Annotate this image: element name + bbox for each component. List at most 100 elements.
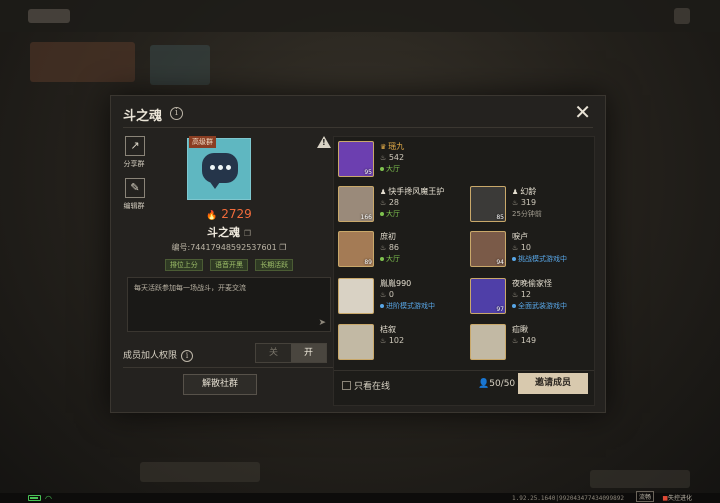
status-dot-icon: [380, 167, 384, 171]
toggle-on-option[interactable]: 开: [291, 344, 326, 362]
guild-tag: 长期活跃: [255, 259, 294, 271]
member-status: 进阶模式游戏中: [380, 301, 435, 311]
modal-title: 斗之魂: [123, 109, 163, 124]
member-avatar[interactable]: 166: [338, 186, 374, 222]
tier-badge: 高级群: [189, 136, 216, 148]
permission-label: 成员加人权限 i: [123, 348, 194, 362]
member-avatar[interactable]: [470, 324, 506, 360]
guild-id: 编号:74417948592537601 ❐: [123, 242, 335, 253]
copy-icon[interactable]: ❐: [244, 229, 251, 238]
member-card[interactable]: 95 ♛ 瑶九 ♨ 542 大厅: [336, 139, 464, 181]
member-status: 全面武装游戏中: [512, 301, 567, 311]
status-dot-icon: [380, 304, 384, 308]
member-score: ♨ 319: [512, 198, 537, 207]
flame-icon: ♨: [380, 154, 387, 162]
permission-toggle[interactable]: 关 开: [255, 343, 327, 363]
background-button: [590, 470, 690, 488]
flame-icon: ♨: [512, 291, 519, 299]
member-avatar[interactable]: [338, 278, 374, 314]
status-dot-icon: [512, 257, 516, 261]
status-bar: ◠ 1.92.25.1640|992043477434099892 流畅 ■失控…: [0, 491, 720, 503]
member-status: 25分钟前: [512, 210, 542, 218]
status-dot-icon: [380, 257, 384, 261]
member-name: ♟ 幻龄: [512, 187, 537, 196]
close-icon[interactable]: ✕: [574, 102, 591, 122]
guild-name: 斗之魂 ❐: [123, 224, 335, 240]
member-name: ♟ 快手搀风魔王护: [380, 187, 445, 196]
chat-bubble-icon: [202, 153, 238, 189]
member-avatar[interactable]: 89: [338, 231, 374, 267]
member-card[interactable]: 85 ♟ 幻龄 ♨ 319 25分钟前: [468, 184, 596, 226]
member-name: 胤胤990: [380, 279, 412, 288]
member-score: ♨ 12: [512, 290, 532, 299]
guild-tag: 语音开黑: [210, 259, 248, 271]
background-logo: [28, 9, 70, 23]
info-icon[interactable]: i: [170, 107, 183, 120]
admin-icon: ♟: [380, 188, 387, 196]
online-only-checkbox[interactable]: 只看在线: [342, 379, 390, 392]
send-icon[interactable]: ➤: [318, 318, 326, 328]
member-name: 疝瞅: [512, 325, 528, 334]
guild-profile-panel: ↗ 分享群 ✎ 编辑群 ! 高级群 🔥 2729 斗之魂 ❐ 编号:744179…: [123, 136, 335, 404]
member-score: ♨ 102: [380, 336, 405, 345]
member-name: 唳卢: [512, 232, 528, 241]
member-card[interactable]: 疝瞅 ♨ 149: [468, 322, 596, 364]
member-status: 大厅: [380, 254, 400, 264]
flame-icon: ♨: [380, 291, 387, 299]
admin-icon: ♟: [512, 188, 519, 196]
member-avatar[interactable]: 95: [338, 141, 374, 177]
left-divider: [123, 367, 335, 368]
guild-name-text: 斗之魂: [206, 226, 240, 239]
member-avatar[interactable]: 97: [470, 278, 506, 314]
background-top-bar: [0, 0, 720, 32]
member-level: 94: [496, 259, 504, 266]
flame-icon: ♨: [380, 244, 387, 252]
member-avatar[interactable]: 94: [470, 231, 506, 267]
footer-divider: [334, 370, 594, 371]
guild-id-text: 编号:74417948592537601: [171, 243, 277, 252]
status-dot-icon: [512, 304, 516, 308]
member-avatar[interactable]: [338, 324, 374, 360]
background-panel: [30, 42, 135, 82]
permission-label-text: 成员加人权限: [123, 351, 178, 361]
status-dot-icon: [380, 212, 384, 216]
person-icon: 👤: [478, 379, 490, 389]
flame-icon: ♨: [512, 244, 519, 252]
member-avatar[interactable]: 85: [470, 186, 506, 222]
flame-icon: ♨: [380, 199, 387, 207]
member-card[interactable]: 89 庶初 ♨ 86 大厅: [336, 229, 464, 271]
member-card[interactable]: 94 唳卢 ♨ 10 挑战模式游戏中: [468, 229, 596, 271]
background-close-icon: [674, 8, 690, 24]
disband-guild-button[interactable]: 解散社群: [183, 374, 257, 395]
member-card[interactable]: 桔叙 ♨ 102: [336, 322, 464, 364]
guild-notice-box[interactable]: 每天活跃参加每一场战斗，开麦交流 ➤: [127, 277, 331, 332]
member-level: 89: [364, 259, 372, 266]
member-card[interactable]: 97 夜晚偷家怪 ♨ 12 全面武装游戏中: [468, 276, 596, 318]
pencil-icon: ✎: [125, 178, 145, 198]
member-level: 85: [496, 214, 504, 221]
member-status: 大厅: [380, 164, 400, 174]
member-score: ♨ 86: [380, 243, 400, 252]
member-card[interactable]: 胤胤990 ♨ 0 进阶模式游戏中: [336, 276, 464, 318]
report-warning-icon[interactable]: !: [317, 136, 331, 148]
share-icon: ↗: [125, 136, 145, 156]
member-score: ♨ 10: [512, 243, 532, 252]
battery-icon: [28, 495, 41, 501]
member-score: ♨ 542: [380, 153, 405, 162]
copy-id-icon[interactable]: ❐: [279, 243, 286, 252]
member-count: 👤50/50: [478, 379, 515, 389]
guild-tags: 排位上分 语音开黑 长期活跃: [123, 259, 335, 271]
guild-tag: 排位上分: [164, 259, 203, 271]
invite-member-button[interactable]: 邀请成员: [518, 373, 588, 394]
permission-info-icon[interactable]: i: [181, 350, 194, 362]
quality-button[interactable]: 流畅: [635, 491, 654, 502]
toggle-off-option[interactable]: 关: [256, 344, 291, 362]
member-level: 95: [364, 169, 372, 176]
member-name: 庶初: [380, 232, 396, 241]
member-card[interactable]: 166 ♟ 快手搀风魔王护 ♨ 28 大厅: [336, 184, 464, 226]
checkbox-box[interactable]: [342, 381, 351, 390]
member-score: ♨ 0: [380, 290, 394, 299]
background-panel: [150, 45, 210, 85]
share-guild-button[interactable]: ↗ 分享群: [123, 136, 147, 169]
member-score: ♨ 28: [380, 198, 400, 207]
